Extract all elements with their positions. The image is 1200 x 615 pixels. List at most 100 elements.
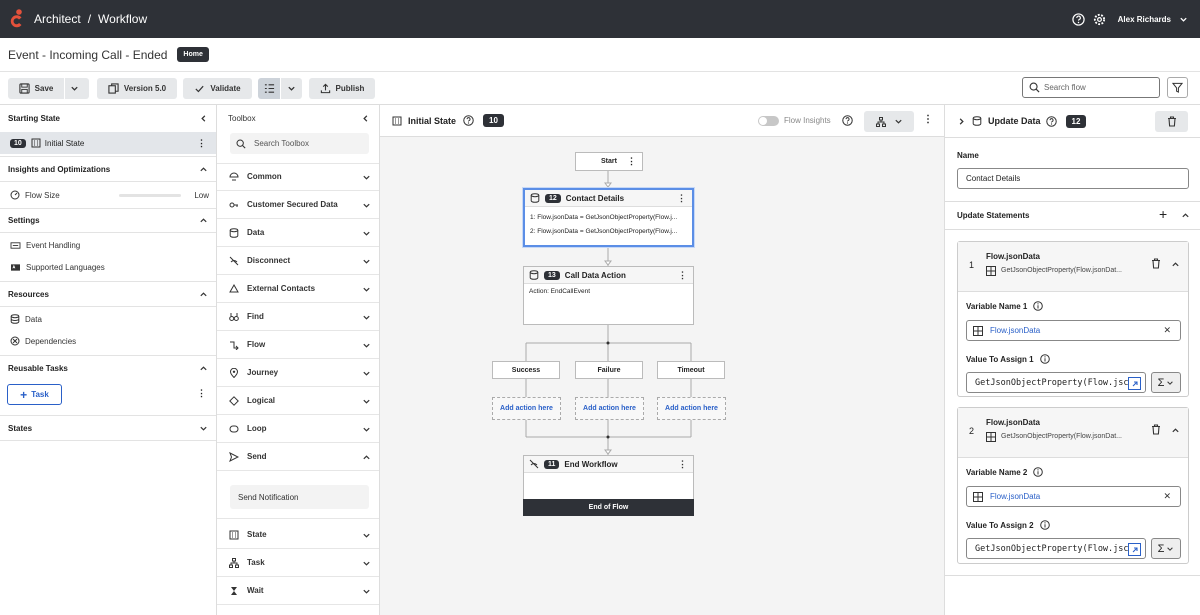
toolbox-category-state[interactable]: State [217,521,379,549]
trash-icon[interactable] [1151,424,1161,435]
trash-icon[interactable] [1151,258,1161,269]
statement-header[interactable]: 1 Flow.jsonData GetJsonObjectProperty(Fl… [958,242,1188,292]
expand-expression-icon[interactable] [1128,377,1141,390]
kebab-menu-icon[interactable]: ⋮ [197,138,206,149]
data-resource-item[interactable]: Data [0,308,216,330]
toolbox-category-task[interactable]: Task [217,549,379,577]
toolbox-category-disconnect[interactable]: Disconnect [217,247,379,275]
toolbox-category-data[interactable]: Data [217,219,379,247]
toolbox-category-journey[interactable]: Journey [217,359,379,387]
timeout-branch[interactable]: Timeout [657,361,725,379]
plus-icon[interactable]: + [1159,206,1167,222]
expression-mode-button[interactable]: Σ [1151,538,1181,559]
chevron-down-icon[interactable] [1179,15,1188,24]
info-icon[interactable] [1033,301,1044,311]
toolbox-category-customer-secured-data[interactable]: Customer Secured Data [217,191,379,219]
delete-button[interactable] [1155,111,1188,132]
toolbox-category-common[interactable]: Common [217,163,379,191]
contact-details-node[interactable]: 12 Contact Details ⋮ 1: Flow.jsonData = … [523,188,694,247]
search-flow-input[interactable]: Search flow [1022,77,1160,98]
failure-branch[interactable]: Failure [575,361,643,379]
help-icon[interactable] [1071,12,1085,26]
expression-mode-button[interactable]: Σ [1151,372,1181,393]
app-brand[interactable]: Architect / Workflow [0,9,147,29]
collapse-toolbox-icon[interactable] [361,114,370,123]
kebab-menu-icon[interactable]: ⋮ [678,270,687,281]
toolbox-category-wait[interactable]: Wait [217,577,379,605]
event-handling-item[interactable]: Event Handling [0,234,216,256]
initial-state-item[interactable]: 10 Initial State ⋮ [0,132,216,154]
variable-name-field[interactable]: Flow.jsonData ✕ [966,486,1181,507]
initial-state-badge: 10 [10,138,26,148]
clear-icon[interactable]: ✕ [1163,325,1171,336]
start-node[interactable]: Start ⋮ [575,152,643,171]
chevron-down-icon [363,287,370,292]
chevron-down-icon [1167,546,1174,551]
add-action-failure[interactable]: Add action here [575,397,644,420]
end-workflow-node[interactable]: 11 End Workflow ⋮ End of Flow [523,455,694,516]
chevron-right-icon[interactable] [957,117,966,126]
kebab-menu-icon[interactable]: ⋮ [677,193,686,204]
add-action-success[interactable]: Add action here [492,397,561,420]
list-icon [264,83,274,93]
chevron-up-icon[interactable] [1171,260,1180,269]
info-icon[interactable] [1033,467,1044,477]
flow-canvas[interactable]: Initial State 10 Flow Insights ⋮ Start ⋮… [380,105,944,615]
publish-button[interactable]: Publish [309,77,375,99]
variable-name-field[interactable]: Flow.jsonData ✕ [966,320,1181,341]
version-button[interactable]: Version 5.0 [97,77,177,99]
statement-header[interactable]: 2 Flow.jsonData GetJsonObjectProperty(Fl… [958,408,1188,458]
toolbox-category-send[interactable]: Send [217,443,379,471]
database-icon [530,193,540,203]
settings-section[interactable]: Settings [0,208,216,233]
name-input[interactable]: Contact Details [957,168,1189,189]
add-task-button[interactable]: + Task [7,384,62,405]
settings-gear-icon[interactable] [1093,13,1106,26]
supported-languages-item[interactable]: Supported Languages [0,256,216,278]
collapse-left-icon[interactable] [199,114,208,123]
expand-expression-icon[interactable] [1128,543,1141,556]
dependencies-item[interactable]: Dependencies [0,330,216,352]
validate-button[interactable]: Validate [183,77,252,99]
filter-button[interactable] [1167,77,1188,98]
send-notification-tool[interactable]: Send Notification [230,485,369,509]
starting-state-section[interactable]: Starting State [0,105,216,132]
toolbox-category-loop[interactable]: Loop [217,415,379,443]
insights-section[interactable]: Insights and Optimizations [0,157,216,182]
filter-icon [1172,82,1183,93]
reusable-tasks-section[interactable]: Reusable Tasks [0,355,216,380]
list-view-button[interactable] [258,77,280,99]
value-to-assign-field[interactable]: GetJsonObjectProperty(Flow.jsc [966,538,1146,559]
value-to-assign-field[interactable]: GetJsonObjectProperty(Flow.jsc [966,372,1146,393]
info-icon[interactable] [1039,354,1050,364]
chevron-up-icon[interactable] [1171,426,1180,435]
save-button[interactable]: Save [8,77,64,99]
states-section[interactable]: States [0,415,216,441]
node-header: 13 Call Data Action ⋮ [524,267,693,284]
toolbox-category-flow[interactable]: Flow [217,331,379,359]
toolbox-category-label: Journey [247,368,279,377]
dependencies-icon [10,336,20,346]
end-of-flow-footer: End of Flow [523,499,694,516]
add-action-timeout[interactable]: Add action here [657,397,726,420]
success-branch[interactable]: Success [492,361,560,379]
toolbox-category-external-contacts[interactable]: External Contacts [217,275,379,303]
kebab-menu-icon[interactable]: ⋮ [197,388,206,399]
toolbox-category-logical[interactable]: Logical [217,387,379,415]
call-data-action-node[interactable]: 13 Call Data Action ⋮ Action: EndCallEve… [523,266,694,325]
clear-icon[interactable]: ✕ [1163,491,1171,502]
toolbox-search-input[interactable]: Search Toolbox [230,133,369,154]
chevron-up-icon[interactable] [1181,211,1190,220]
info-icon[interactable] [1039,520,1050,530]
help-icon[interactable] [1045,115,1057,127]
toolbox-category-label: Disconnect [247,256,291,265]
user-menu[interactable]: Alex Richards [1118,15,1171,24]
kebab-menu-icon[interactable]: ⋮ [678,459,687,470]
kebab-menu-icon[interactable]: ⋮ [627,156,636,167]
toolbox-category-label: Customer Secured Data [247,200,338,209]
toolbox-category-find[interactable]: Find [217,303,379,331]
save-options-button[interactable] [65,77,89,99]
resources-section[interactable]: Resources [0,281,216,307]
genesys-logo-icon [10,9,24,29]
view-options-button[interactable] [281,77,302,99]
